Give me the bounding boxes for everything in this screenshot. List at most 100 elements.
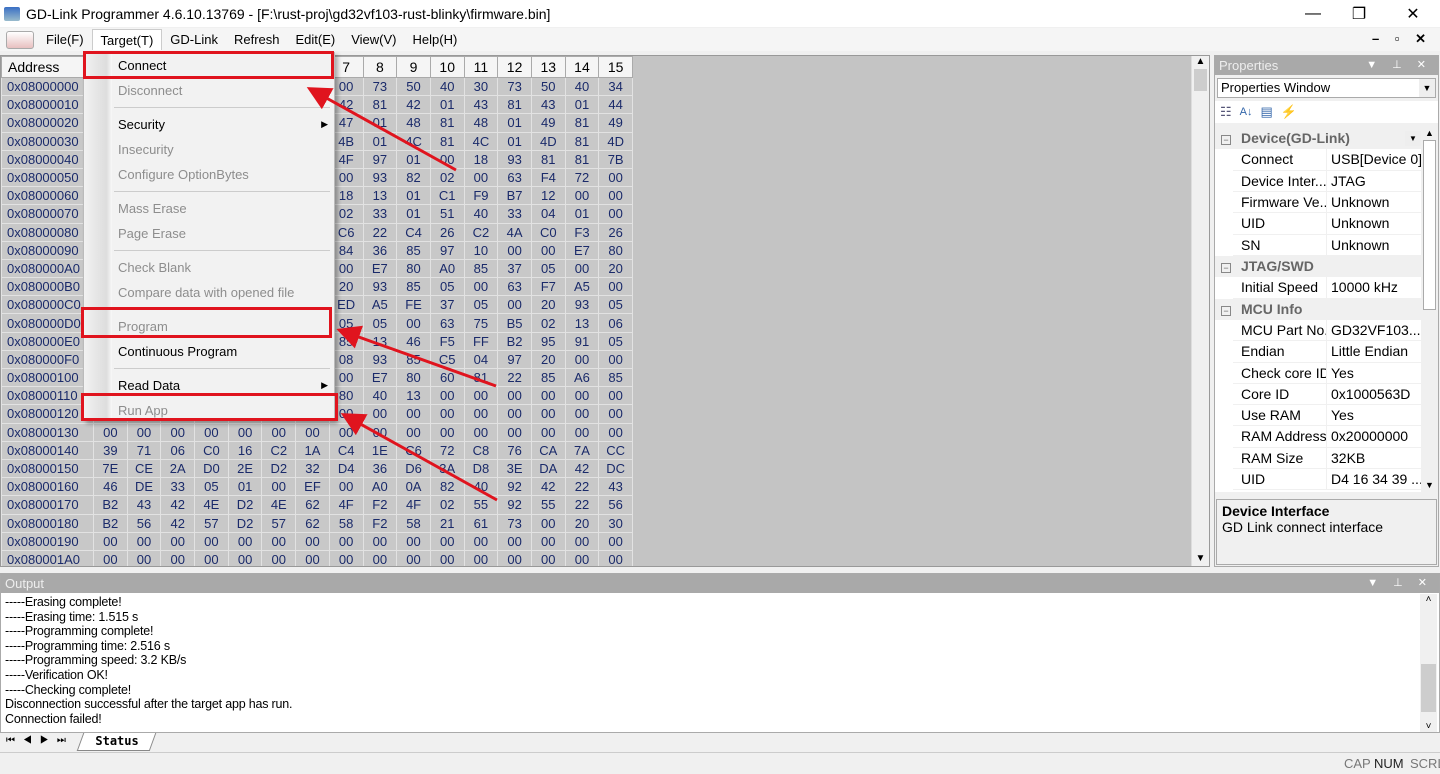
hex-byte-cell[interactable]: D2 (227, 513, 263, 533)
collapse-icon[interactable]: − (1221, 305, 1231, 316)
property-value[interactable]: Yes (1327, 363, 1421, 383)
events-icon[interactable]: ⚡ (1281, 104, 1297, 120)
hex-byte-cell[interactable]: 85 (396, 277, 431, 297)
hex-byte-cell[interactable]: 02 (429, 167, 465, 188)
hex-byte-cell[interactable]: CE (126, 458, 162, 479)
hex-byte-cell[interactable]: 62 (295, 513, 330, 533)
hex-byte-cell[interactable]: 93 (362, 167, 398, 188)
hex-byte-cell[interactable]: 00 (497, 404, 532, 424)
hex-byte-cell[interactable]: F9 (463, 186, 499, 206)
hex-byte-cell[interactable]: 56 (126, 513, 162, 533)
hex-byte-cell[interactable]: 20 (530, 295, 566, 315)
close-button[interactable]: ✕ (1390, 0, 1436, 27)
hex-byte-cell[interactable]: DC (598, 458, 633, 479)
sort-alpha-icon[interactable]: A↓ (1240, 106, 1253, 118)
hex-byte-cell[interactable]: 42 (530, 477, 566, 497)
table-row[interactable]: 0x08000190 00 00 00 00 00 00 00 00 00 00 00 00 00 00 00… (1, 531, 633, 551)
hex-byte-cell[interactable]: 42 (564, 458, 600, 479)
hex-byte-cell[interactable]: 32 (295, 458, 330, 479)
hex-byte-cell[interactable]: E7 (564, 240, 600, 260)
hex-byte-cell[interactable]: 82 (429, 477, 465, 497)
hex-byte-cell[interactable]: 4E (194, 495, 229, 515)
hex-byte-cell[interactable]: 13 (362, 331, 398, 351)
hex-byte-cell[interactable]: 2A (160, 458, 196, 479)
hex-byte-cell[interactable]: 22 (497, 367, 532, 388)
hex-byte-cell[interactable]: C0 (530, 222, 566, 242)
hex-byte-cell[interactable]: 33 (497, 204, 532, 224)
hex-byte-cell[interactable]: B2 (93, 513, 128, 533)
hex-byte-cell[interactable]: 00 (396, 404, 431, 424)
property-row[interactable]: SN Unknown (1233, 234, 1421, 256)
hex-byte-cell[interactable]: 62 (295, 495, 330, 515)
property-value[interactable]: D4 16 34 39 ... (1327, 469, 1421, 489)
hex-byte-cell[interactable]: 4D (530, 131, 566, 151)
hex-byte-cell[interactable]: 00 (564, 422, 600, 442)
hex-byte-cell[interactable]: 63 (429, 313, 465, 333)
hex-byte-cell[interactable]: 00 (564, 404, 600, 424)
hex-byte-cell[interactable]: A0 (362, 477, 398, 497)
hex-byte-cell[interactable]: 13 (362, 186, 398, 206)
hex-byte-cell[interactable]: 06 (160, 440, 196, 460)
hex-byte-cell[interactable]: 34 (598, 76, 633, 97)
output-scrollbar[interactable]: ˄ ˅ (1420, 594, 1437, 732)
hex-byte-cell[interactable]: 05 (598, 295, 633, 315)
hex-byte-cell[interactable]: 4D (598, 131, 633, 151)
hex-byte-cell[interactable]: 00 (530, 240, 566, 260)
hex-byte-cell[interactable]: 76 (497, 440, 532, 460)
hex-byte-cell[interactable]: 04 (463, 349, 499, 370)
hex-byte-cell[interactable]: 00 (530, 422, 566, 442)
hex-byte-cell[interactable]: D0 (194, 458, 229, 479)
hex-byte-cell[interactable]: 00 (126, 549, 162, 566)
hex-byte-cell[interactable]: 00 (598, 531, 633, 551)
hex-byte-cell[interactable]: 01 (564, 95, 600, 115)
hex-byte-cell[interactable]: 1A (295, 440, 330, 460)
panel-buttons[interactable]: ▼ ⊥ ✕ (1367, 574, 1433, 593)
table-row[interactable]: 0x08000170 B2 43 42 4E D2 4E 62 4F F2 4F 02 55 92 55 22… (1, 495, 633, 515)
property-row[interactable]: Check core ID Yes (1233, 362, 1421, 384)
hex-byte-cell[interactable]: 42 (160, 513, 196, 533)
hex-byte-cell[interactable]: 61 (463, 513, 499, 533)
menu-item-compare-data-with-opened-file[interactable]: Compare data with opened file (84, 280, 334, 305)
hex-byte-cell[interactable]: 50 (396, 76, 431, 97)
hex-byte-cell[interactable]: 36 (362, 458, 398, 479)
hex-byte-cell[interactable]: 00 (126, 422, 162, 442)
hex-byte-cell[interactable]: 92 (497, 477, 532, 497)
hex-byte-cell[interactable]: 00 (227, 422, 263, 442)
hex-byte-cell[interactable]: 00 (93, 531, 128, 551)
hex-byte-cell[interactable]: 22 (362, 222, 398, 242)
hex-byte-cell[interactable]: 13 (564, 313, 600, 333)
hex-byte-cell[interactable]: 21 (429, 513, 465, 533)
hex-byte-cell[interactable]: DA (530, 458, 566, 479)
hex-byte-cell[interactable]: 00 (396, 313, 431, 333)
property-value[interactable]: 0x20000000 (1327, 426, 1421, 446)
hex-byte-cell[interactable]: 00 (429, 549, 465, 566)
hex-byte-cell[interactable]: 00 (160, 422, 196, 442)
hex-byte-cell[interactable]: 00 (194, 549, 229, 566)
hex-byte-cell[interactable]: 20 (530, 349, 566, 370)
hex-byte-cell[interactable]: 00 (598, 549, 633, 566)
menu-item-continuous-program[interactable]: Continuous Program (84, 339, 334, 364)
hex-byte-cell[interactable]: 00 (261, 477, 297, 497)
hex-byte-cell[interactable]: 57 (194, 513, 229, 533)
hex-byte-cell[interactable]: 00 (497, 422, 532, 442)
hex-byte-cell[interactable]: 40 (463, 204, 499, 224)
hex-byte-cell[interactable]: 85 (598, 367, 633, 388)
property-row[interactable]: Use RAM Yes (1233, 405, 1421, 427)
hex-byte-cell[interactable]: 26 (429, 222, 465, 242)
hex-byte-cell[interactable]: 97 (497, 349, 532, 370)
hex-byte-cell[interactable]: 81 (530, 149, 566, 169)
hex-byte-cell[interactable]: 80 (598, 240, 633, 260)
column-header[interactable]: 10 (429, 56, 465, 78)
hex-byte-cell[interactable]: 85 (396, 240, 431, 260)
hex-scrollbar[interactable]: ▲ ▼ (1191, 56, 1209, 566)
hex-byte-cell[interactable]: 81 (564, 113, 600, 133)
hex-byte-cell[interactable]: 50 (530, 76, 566, 97)
maximize-button[interactable]: ❐ (1336, 0, 1382, 27)
hex-byte-cell[interactable]: C2 (261, 440, 297, 460)
hex-byte-cell[interactable]: 39 (93, 440, 128, 460)
hex-byte-cell[interactable]: B2 (497, 331, 532, 351)
doc-icon[interactable] (6, 30, 34, 49)
hex-byte-cell[interactable]: DE (126, 477, 162, 497)
hex-byte-cell[interactable]: 40 (362, 386, 398, 406)
menu-view[interactable]: View(V) (343, 29, 404, 50)
